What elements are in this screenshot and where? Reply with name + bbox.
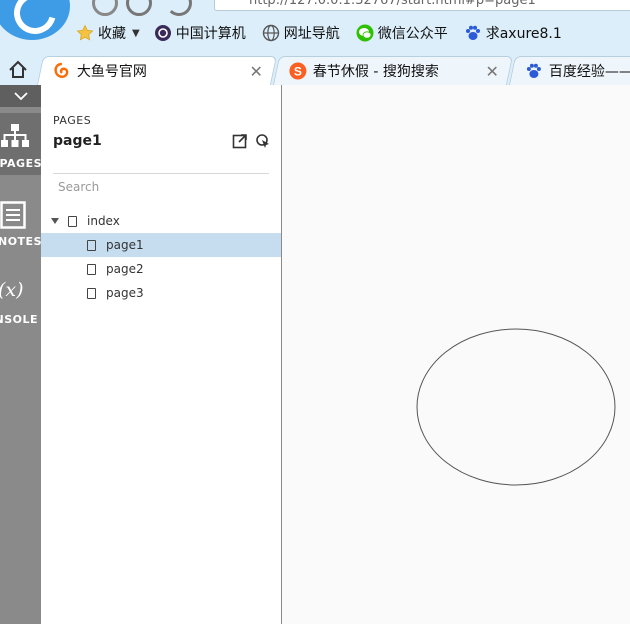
- bookmark-favorites[interactable]: 收藏: [76, 23, 126, 43]
- caret-down-icon[interactable]: [51, 218, 59, 224]
- page-icon: [87, 287, 96, 299]
- bookmark-label: 网址导航: [283, 26, 340, 42]
- close-icon[interactable]: ✕: [485, 62, 498, 81]
- sogou-icon: S: [289, 62, 307, 80]
- home-icon[interactable]: [6, 58, 30, 82]
- dayu-icon: [53, 62, 71, 80]
- bookmark-label: 中国计算机: [175, 26, 246, 42]
- prototype-canvas: [282, 85, 630, 624]
- baidu-paw-icon: [525, 62, 543, 80]
- pages-panel: PAGES page1 index page1 page2 page3: [41, 85, 282, 624]
- close-icon[interactable]: ✕: [249, 62, 262, 81]
- star-icon: [76, 24, 94, 42]
- tab-dayu[interactable]: 大鱼号官网 ✕: [36, 56, 278, 85]
- sidebar-item-label: NOTES: [0, 235, 42, 248]
- refresh-button[interactable]: [126, 0, 152, 16]
- variable-icon: (x): [0, 279, 24, 301]
- sidebar-item-console[interactable]: (x) CONSOLE: [0, 273, 41, 326]
- sidebar-item-label: CONSOLE: [0, 313, 38, 326]
- bookmark-label: 微信公众平: [377, 26, 448, 42]
- canvas-svg: [416, 328, 616, 486]
- current-page-name: page1: [53, 133, 102, 149]
- panel-title: PAGES: [53, 114, 92, 127]
- tree-item-page3[interactable]: page3: [41, 281, 281, 305]
- sidebar-item-notes[interactable]: NOTES: [0, 195, 42, 248]
- bookmark-label: 收藏: [98, 26, 126, 42]
- tab-sogou[interactable]: S 春节休假 - 搜狗搜索 ✕: [272, 56, 514, 85]
- notes-icon: [0, 201, 26, 229]
- chevron-down-icon[interactable]: ▼: [132, 28, 140, 39]
- bookmark-item[interactable]: 中国计算机: [154, 23, 246, 43]
- tree-item-page2[interactable]: page2: [41, 257, 281, 281]
- page-icon: [87, 263, 96, 275]
- tree-item-label: page3: [106, 286, 144, 300]
- baidu-paw-icon: [464, 24, 482, 42]
- bookmark-item[interactable]: 求axure8.1: [464, 23, 562, 43]
- wechat-icon: [356, 24, 374, 42]
- chevron-down-icon: [13, 92, 28, 101]
- tab-baidu[interactable]: 百度经验——: [508, 56, 630, 85]
- back-button[interactable]: [92, 0, 118, 16]
- bookmarks-bar: 收藏 ▼ 中国计算机 网址导航 微信公众平 求axure8.1: [76, 20, 578, 46]
- sidebar-item-label: PAGES: [0, 157, 42, 170]
- open-external-icon[interactable]: [232, 133, 248, 149]
- page-locate-icon[interactable]: [255, 133, 271, 149]
- tree-item-index[interactable]: index: [41, 209, 281, 233]
- bookmark-item[interactable]: 网址导航: [262, 23, 340, 43]
- globe-icon: [262, 24, 280, 42]
- address-bar[interactable]: http://127.0.0.1:32767/start.html#p=page…: [214, 0, 630, 11]
- sidebar-item-pages[interactable]: PAGES: [0, 113, 42, 175]
- bookmark-item[interactable]: 微信公众平: [356, 23, 448, 43]
- tab-bar: 大鱼号官网 ✕ S 春节休假 - 搜狗搜索 ✕ 百度经验——: [0, 56, 630, 85]
- address-text: http://127.0.0.1:32767/start.html#p=page…: [249, 0, 536, 8]
- browser-logo-icon[interactable]: [0, 0, 70, 40]
- ellipse-shape[interactable]: [416, 328, 616, 486]
- tree-item-label: index: [87, 214, 120, 228]
- tree-item-label: page1: [106, 238, 144, 252]
- browser-chrome: http://127.0.0.1:32767/start.html#p=page…: [0, 0, 630, 85]
- tree-item-page1[interactable]: page1: [41, 233, 281, 257]
- site-icon: [154, 24, 172, 42]
- tab-label: 春节休假 - 搜狗搜索: [312, 64, 439, 80]
- sitemap-icon: [1, 124, 29, 147]
- tab-label: 百度经验——: [548, 64, 630, 80]
- page-icon: [68, 215, 77, 227]
- tree-item-label: page2: [106, 262, 144, 276]
- forward-button[interactable]: [166, 0, 192, 16]
- bookmark-label: 求axure8.1: [485, 26, 562, 42]
- search-input[interactable]: [53, 173, 269, 195]
- page-icon: [87, 239, 96, 251]
- svg-text:S: S: [294, 65, 302, 79]
- tab-label: 大鱼号官网: [76, 64, 147, 80]
- collapse-button[interactable]: [0, 85, 41, 107]
- axure-sidebar: PAGES NOTES (x) CONSOLE: [0, 85, 42, 624]
